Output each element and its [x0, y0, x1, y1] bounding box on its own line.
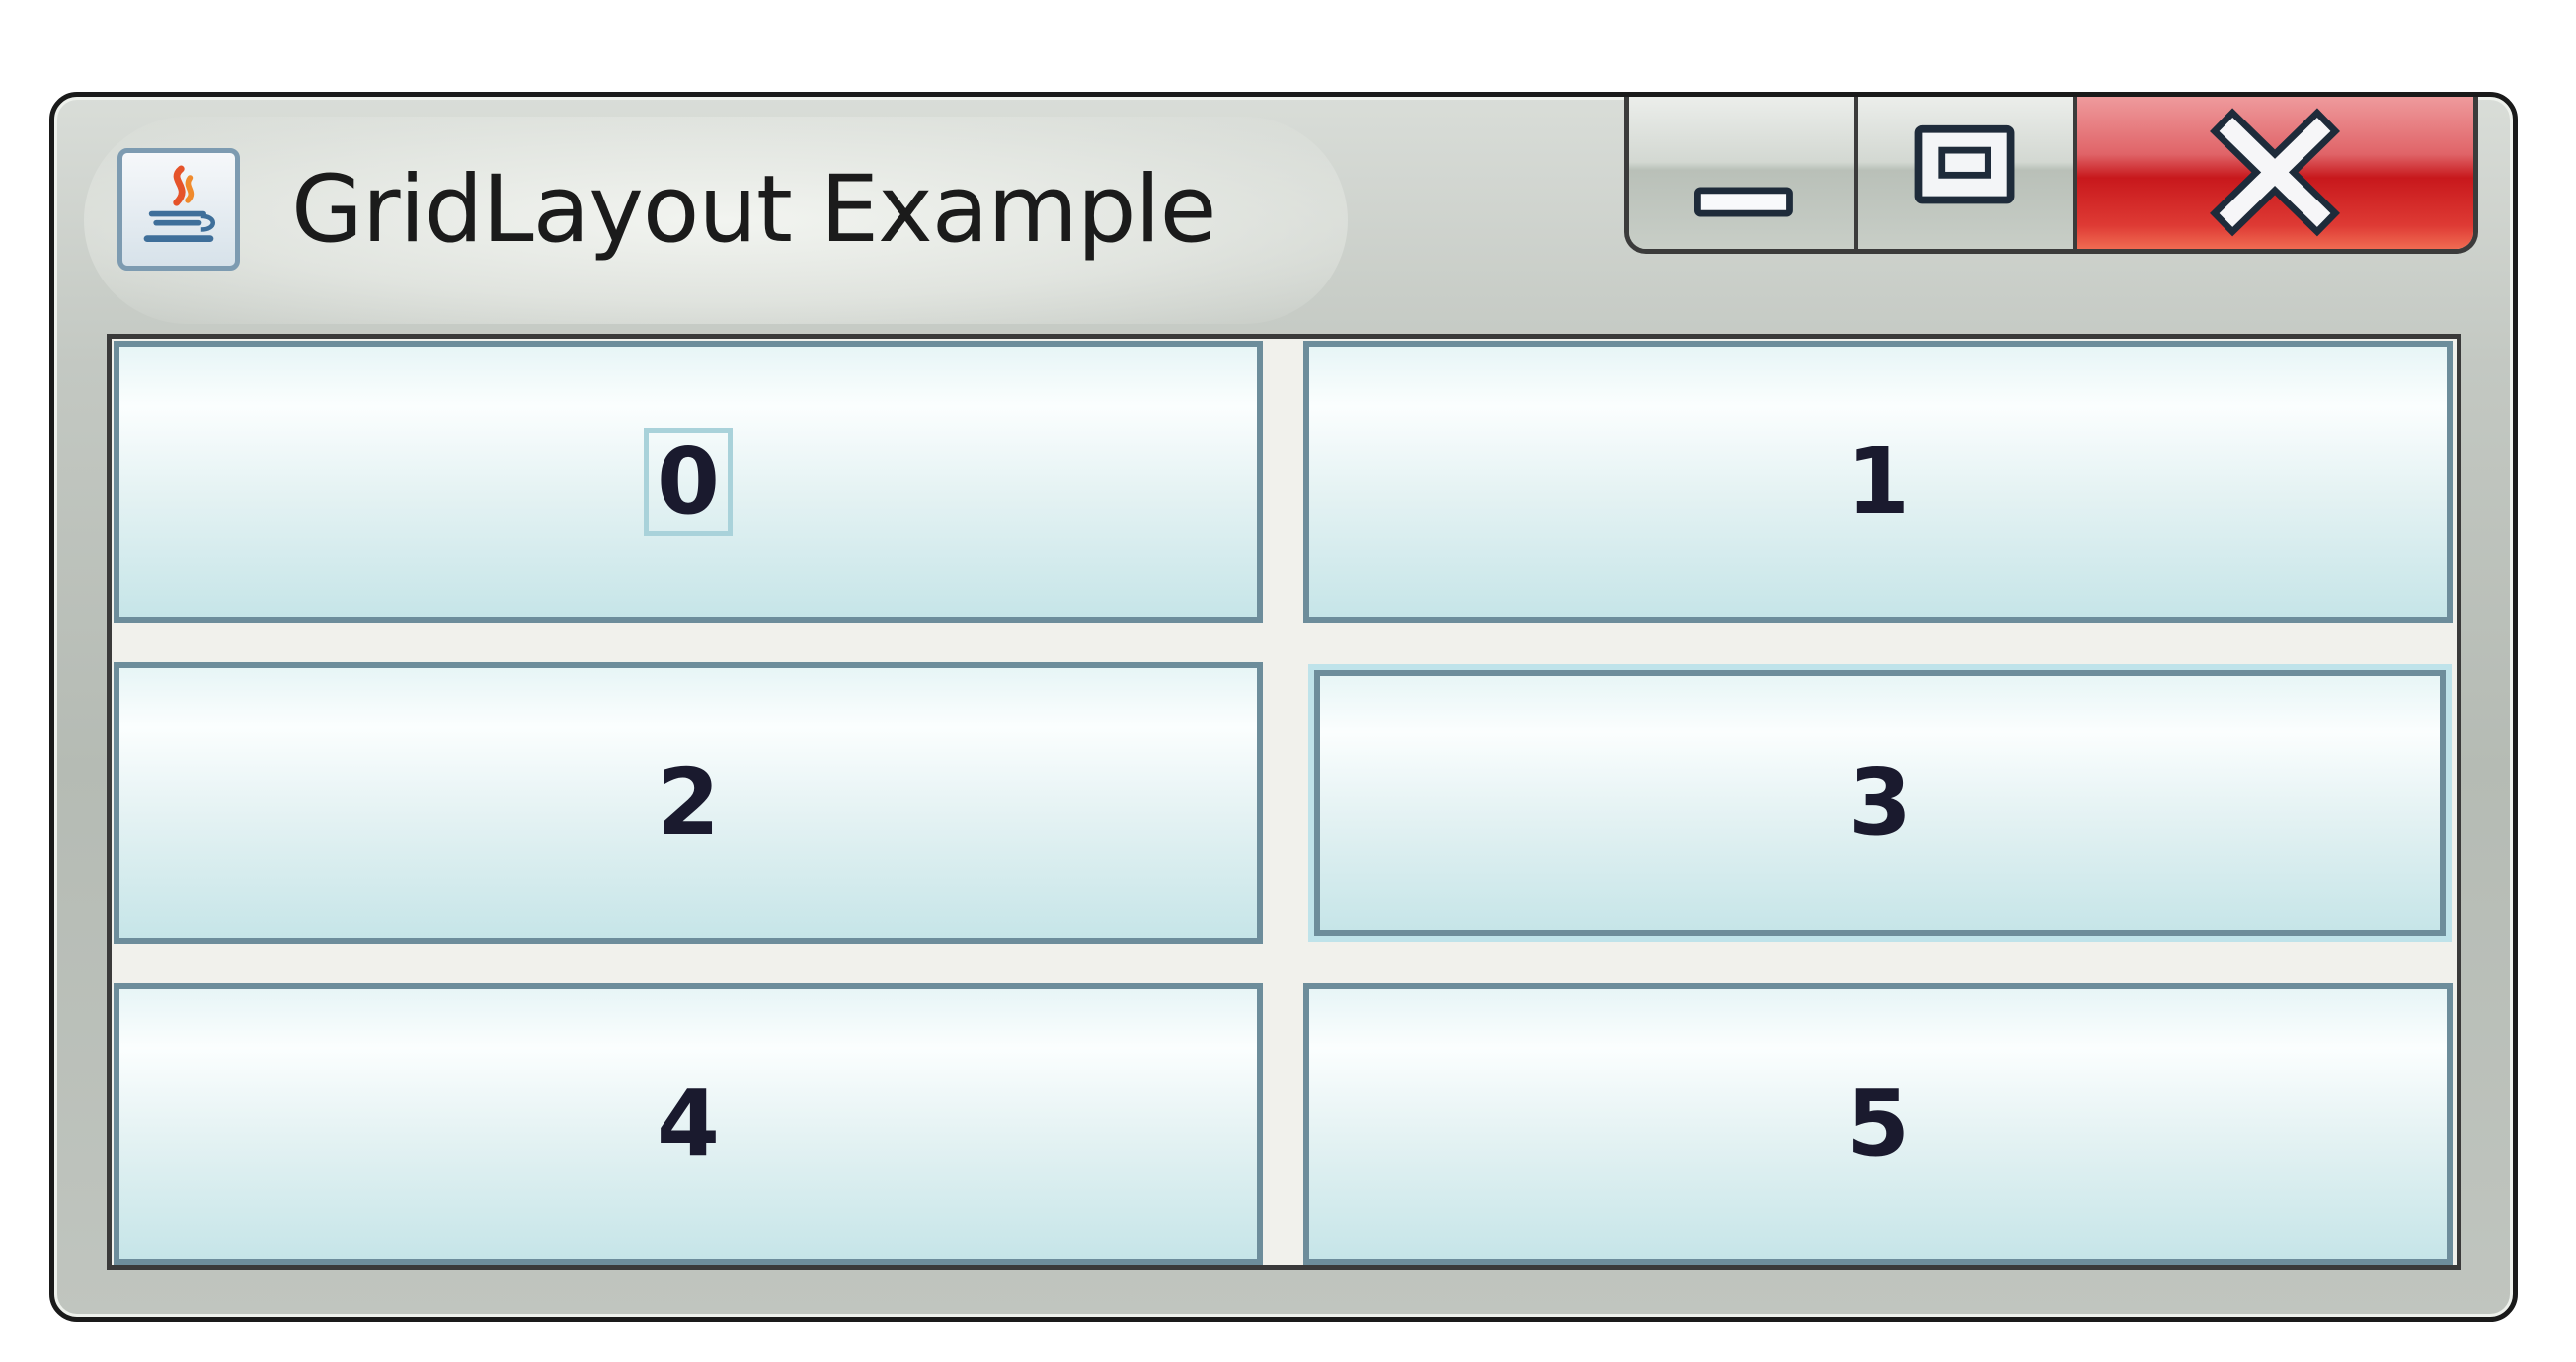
- close-button[interactable]: [2077, 97, 2473, 249]
- minimize-icon: [1694, 187, 1793, 217]
- grid-button-0[interactable]: 0: [114, 341, 1263, 623]
- grid-button-2[interactable]: 2: [114, 662, 1263, 944]
- button-grid: 0 1 2 3 4 5: [112, 339, 2457, 1265]
- caption-buttons: [1624, 97, 2478, 254]
- close-icon: [2210, 108, 2340, 237]
- grid-button-4[interactable]: 4: [114, 983, 1263, 1265]
- content-panel: 0 1 2 3 4 5: [107, 334, 2461, 1270]
- maximize-button[interactable]: [1858, 97, 2077, 249]
- grid-button-5[interactable]: 5: [1303, 983, 2453, 1265]
- restore-icon: [1914, 124, 2015, 204]
- grid-button-label: 5: [1845, 1071, 1910, 1176]
- minimize-button[interactable]: [1629, 97, 1858, 249]
- grid-button-label: 4: [656, 1071, 720, 1176]
- grid-button-label: 2: [656, 750, 720, 855]
- window-title: GridLayout Example: [291, 156, 1217, 264]
- grid-button-label: 1: [1845, 429, 1910, 534]
- grid-button-label: 0: [643, 428, 734, 536]
- grid-button-3[interactable]: 3: [1314, 670, 2446, 936]
- java-cup-icon[interactable]: [117, 148, 240, 271]
- app-window: GridLayout Example 0 1 2 3 4 5: [49, 92, 2518, 1322]
- grid-button-1[interactable]: 1: [1303, 341, 2453, 623]
- grid-button-label: 3: [1847, 750, 1912, 855]
